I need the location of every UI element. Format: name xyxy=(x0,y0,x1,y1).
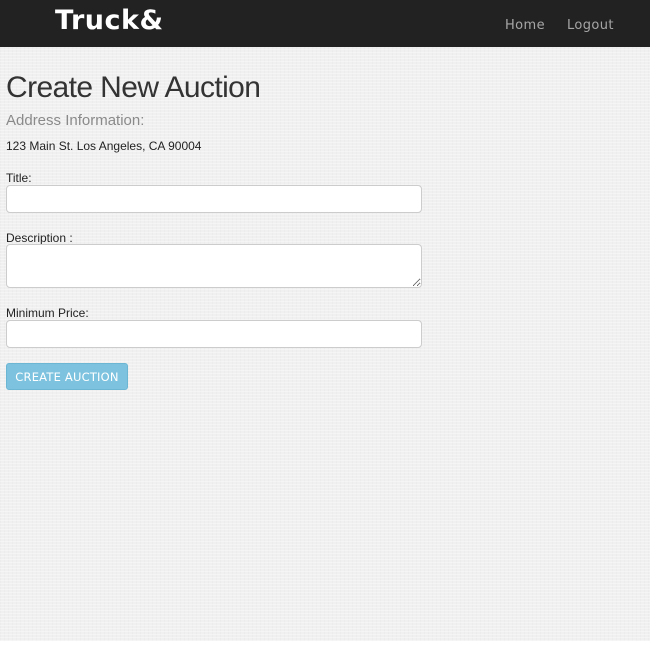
nav-logout-link[interactable]: Logout xyxy=(567,18,614,33)
minimum-price-label: Minimum Price: xyxy=(6,306,89,320)
title-input[interactable] xyxy=(6,185,422,213)
address-text: 123 Main St. Los Angeles, CA 90004 xyxy=(6,139,202,153)
top-navbar: Truck& Home Logout xyxy=(0,0,650,47)
title-label: Title: xyxy=(6,171,32,185)
footer-strip xyxy=(0,641,650,650)
page-title: Create New Auction xyxy=(6,71,261,104)
description-label: Description : xyxy=(6,231,73,245)
description-textarea[interactable] xyxy=(6,244,422,288)
create-auction-button[interactable]: CREATE AUCTION xyxy=(6,363,128,390)
nav-home-link[interactable]: Home xyxy=(505,18,545,33)
brand-logo[interactable]: Truck& xyxy=(55,5,164,36)
minimum-price-input[interactable] xyxy=(6,320,422,348)
address-heading: Address Information: xyxy=(6,112,145,129)
